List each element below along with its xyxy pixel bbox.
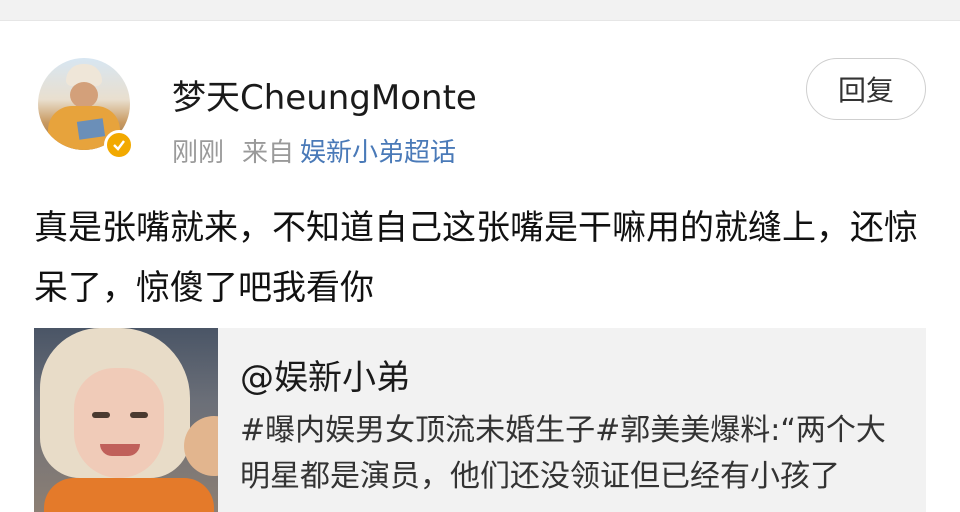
- post-time: 刚刚: [172, 138, 225, 168]
- reply-button[interactable]: 回复: [806, 58, 926, 120]
- quoted-text: #曝内娱男女顶流未婚生子#郭美美爆料:“两个大明星都是演员，他们还没领证但已经有…: [240, 413, 886, 494]
- post-meta: 刚刚 来自 娱新小弟超话: [172, 132, 456, 169]
- quoted-author[interactable]: @娱新小弟: [240, 350, 410, 399]
- source-prefix: 来自: [242, 138, 295, 168]
- quoted-image-thumbnail[interactable]: [34, 328, 218, 512]
- post-text: 真是张嘴就来，不知道自己这张嘴是干嘛用的就缝上，还惊呆了，惊傻了吧我看你: [34, 208, 918, 308]
- verified-badge-icon: [104, 130, 134, 160]
- quoted-post-card[interactable]: @娱新小弟 #曝内娱男女顶流未婚生子#郭美美爆料:“两个大明星都是演员，他们还没…: [34, 328, 926, 512]
- top-divider: [0, 0, 960, 21]
- username[interactable]: 梦天CheungMonte: [172, 70, 477, 119]
- source-topic-link[interactable]: 娱新小弟超话: [300, 138, 456, 168]
